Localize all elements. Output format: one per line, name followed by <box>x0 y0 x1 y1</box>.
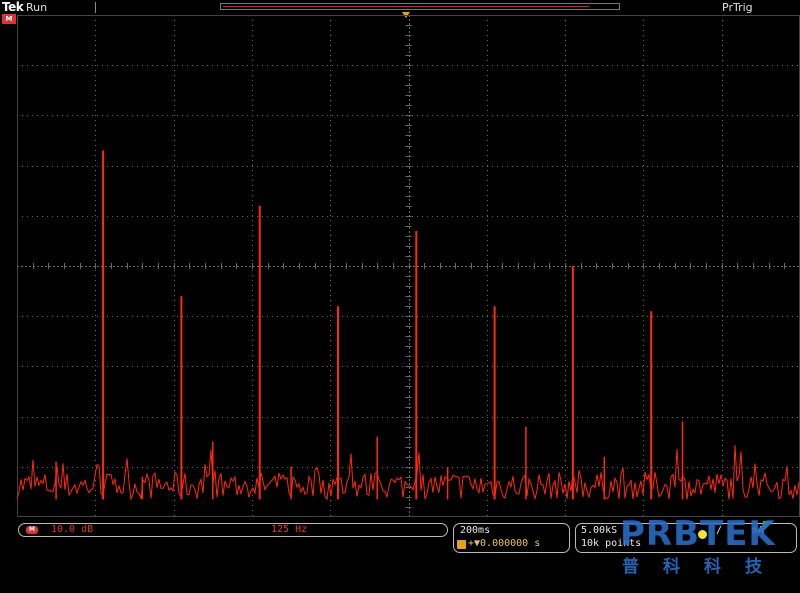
math-channel-badge: M <box>26 526 38 534</box>
spectrum-trace <box>17 445 800 501</box>
logo-text: PRBTEK <box>620 514 776 554</box>
trigger-delay: +▼0.000000 s <box>468 538 541 549</box>
top-status-bar: Tek Run PrTrig <box>0 0 800 18</box>
sample-rate: 5.00kS <box>581 525 618 536</box>
acquisition-status[interactable]: Run <box>26 1 47 14</box>
vertical-scale: 10.0 dB <box>51 524 94 535</box>
center-frequency: 125 Hz <box>271 524 308 535</box>
record-position-fill <box>223 6 589 7</box>
record-position-bar[interactable] <box>220 3 620 10</box>
divider <box>95 2 96 13</box>
timebase-readout[interactable]: 200ms +▼0.000000 s <box>453 523 570 553</box>
noise-floor-trace <box>17 445 800 501</box>
delay-icon <box>457 540 466 549</box>
trigger-status: PrTrig <box>722 1 753 14</box>
brand-logo: Tek <box>2 0 24 14</box>
watermark-logo: PRBTEK 普科科技 <box>620 514 795 577</box>
spectrum-peaks <box>55 150 684 500</box>
logo-chinese-text: 普科科技 <box>622 557 786 577</box>
time-per-division: 200ms <box>460 525 491 536</box>
channel-readout[interactable]: M 10.0 dB 125 Hz <box>18 523 448 537</box>
channel-marker-icon[interactable]: M <box>2 14 16 24</box>
waveform-display[interactable] <box>17 15 800 517</box>
